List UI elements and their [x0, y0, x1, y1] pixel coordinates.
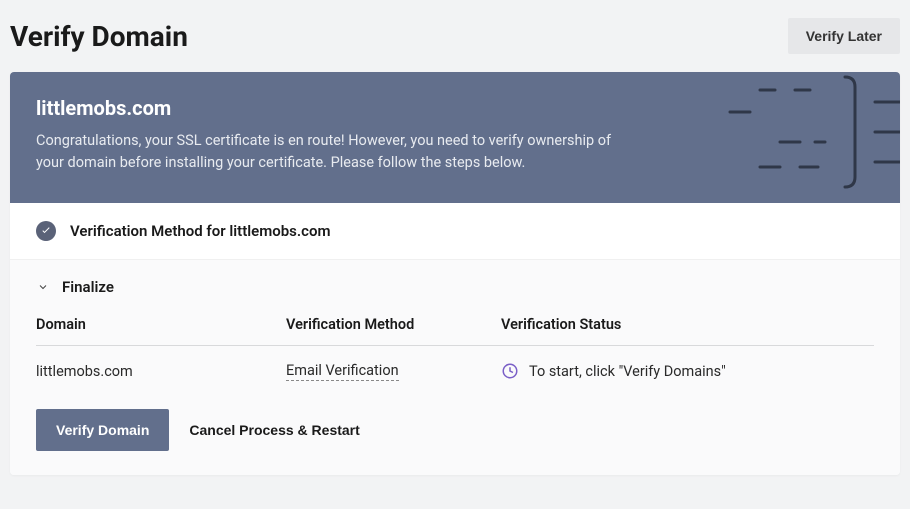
domain-banner: littlemobs.com Congratulations, your SSL…	[10, 72, 900, 203]
verify-card: littlemobs.com Congratulations, your SSL…	[10, 72, 900, 475]
finalize-title: Finalize	[62, 278, 114, 296]
chevron-down-icon	[36, 280, 50, 294]
cell-domain: littlemobs.com	[36, 363, 286, 380]
cancel-restart-button[interactable]: Cancel Process & Restart	[189, 422, 359, 438]
verification-method-label: Verification Method for littlemobs.com	[70, 222, 330, 240]
verification-method-link[interactable]: Email Verification	[286, 362, 399, 381]
verify-later-button[interactable]: Verify Later	[788, 18, 900, 54]
clock-icon	[501, 362, 519, 380]
column-header-domain: Domain	[36, 316, 286, 333]
verification-method-row: Verification Method for littlemobs.com	[10, 203, 900, 260]
verify-domain-button[interactable]: Verify Domain	[36, 409, 169, 451]
finalize-header[interactable]: Finalize	[36, 278, 874, 296]
table-row: littlemobs.com Email Verification To sta…	[36, 346, 874, 403]
banner-decoration-icon	[700, 72, 900, 203]
page-title: Verify Domain	[10, 20, 188, 53]
cell-status-text: To start, click "Verify Domains"	[529, 363, 726, 380]
check-circle-icon	[36, 221, 56, 241]
column-header-method: Verification Method	[286, 316, 501, 333]
column-header-status: Verification Status	[501, 316, 874, 333]
table-header: Domain Verification Method Verification …	[36, 316, 874, 346]
banner-description: Congratulations, your SSL certificate is…	[36, 130, 636, 175]
finalize-section: Finalize Domain Verification Method Veri…	[10, 260, 900, 475]
actions-row: Verify Domain Cancel Process & Restart	[36, 409, 874, 451]
